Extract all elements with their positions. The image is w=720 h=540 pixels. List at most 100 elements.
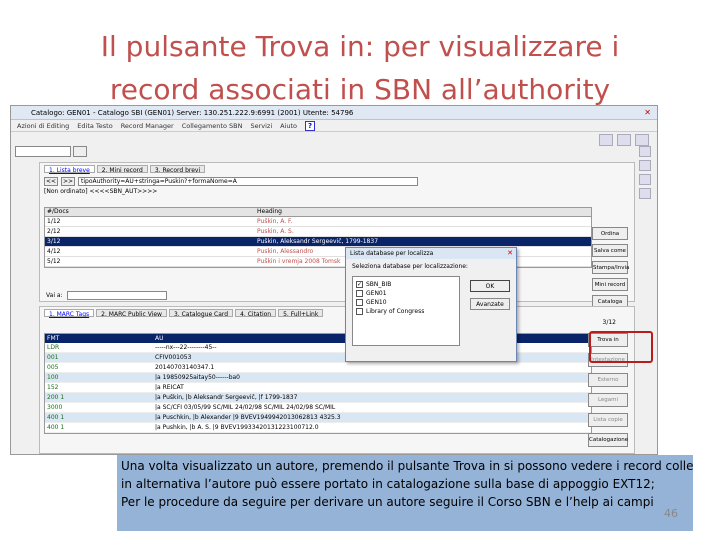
marc-tag: 001 [47, 354, 59, 361]
top-toolbar-icons [599, 134, 649, 146]
command-bar [15, 146, 87, 157]
ok-button[interactable]: OK [470, 280, 510, 292]
mini-record-button[interactable]: Mini record [592, 278, 628, 291]
marc-tag: 200 1 [47, 394, 65, 401]
menu-item-record-manager[interactable]: Record Manager [121, 122, 174, 130]
catalogazione-button[interactable]: Catalogazione [588, 433, 628, 447]
close-icon[interactable]: ✕ [507, 248, 513, 259]
tab-citation[interactable]: 4. Citation [235, 309, 277, 318]
record-panel: 1. MARC Tags 2. MARC Public View 3. Cata… [39, 306, 635, 454]
goto-input[interactable] [66, 291, 167, 300]
caption-line-2: in alternativa l’autore può essere porta… [121, 477, 655, 491]
sort-status: [Non ordinato] <<<<SBN_AUT>>>> [44, 188, 158, 195]
column-header-docs[interactable]: #/Docs [45, 208, 255, 216]
tab-marc-public-view[interactable]: 2. MARC Public View [96, 309, 167, 318]
lista-copie-button[interactable]: Lista copie [588, 413, 628, 427]
checkbox[interactable] [356, 290, 363, 297]
table-row[interactable]: 1/12 Puškin, A. F. [45, 217, 591, 227]
table-row[interactable]: 2/12 Puskin, A. S. [45, 227, 591, 237]
column-header-heading[interactable]: Heading [255, 208, 591, 216]
database-option[interactable]: GEN01 [356, 289, 456, 298]
marc-tag: 005 [47, 364, 59, 371]
ordina-button[interactable]: Ordina [592, 227, 628, 240]
record-counter: 3/12 [602, 319, 616, 326]
side-icon-2[interactable] [639, 160, 651, 171]
toolbar-icon-2[interactable] [617, 134, 631, 146]
side-icon-4[interactable] [639, 188, 651, 199]
marc-tag: 400 1 [47, 414, 65, 421]
next-button[interactable]: >> [61, 177, 75, 186]
tab-marc-tags[interactable]: 1. MARC Tags [44, 309, 95, 318]
row-heading: Puškin, A. F. [257, 218, 293, 225]
goto-label: Vai a: [46, 292, 63, 299]
caption-box: Una volta visualizzato un autore, premen… [117, 455, 693, 531]
query-field[interactable]: tipoAuthority=AU+stringa=Puskin?+formaNo… [78, 177, 418, 186]
row-docs: 1/12 [47, 218, 61, 225]
marc-row[interactable]: 400 1 |a Puschkin, |b Alexander |9 BVEV19… [45, 413, 591, 423]
checkbox[interactable] [356, 308, 363, 315]
caption-line-3: Per le procedure da seguire per derivare… [121, 495, 654, 509]
caption-line-1: Una volta visualizzato un autore, premen… [121, 459, 693, 473]
slide-title-line-1: Il pulsante Trova in: per visualizzare i [100, 30, 620, 63]
side-icon-3[interactable] [639, 174, 651, 185]
database-label: GEN01 [366, 290, 387, 297]
database-option[interactable]: ✓ SBN_BIB [356, 280, 456, 289]
marc-row[interactable]: 3000 |a SC/CFI 03/05/99 SC/MIL 24/02/98 S… [45, 403, 591, 413]
stampa-invia-button[interactable]: Stampa/Invia [592, 261, 629, 274]
record-tabs: 1. MARC Tags 2. MARC Public View 3. Cata… [40, 307, 634, 319]
slide-title-line-2: record associati in SBN all’authority [109, 73, 611, 106]
menu-bar: Azioni di Editing Edita Testo Record Man… [11, 120, 657, 132]
database-label: Library of Congress [366, 308, 425, 315]
avanzate-button[interactable]: Avanzate [470, 298, 510, 310]
tab-mini-record[interactable]: 2. Mini record [96, 165, 148, 174]
menu-item-servizi[interactable]: Servizi [250, 122, 272, 130]
table-row-selected[interactable]: 3/12 Puškin, Aleksandr Sergeevič, 1799-18… [45, 237, 591, 247]
toolbar-icon-3[interactable] [635, 134, 649, 146]
menu-item-collegamento-sbn[interactable]: Collegamento SBN [182, 122, 243, 130]
marc-value: |a Puschkin, |b Alexander |9 BVEV1949942… [155, 414, 341, 421]
tab-catalogue-card[interactable]: 3. Catalogue Card [168, 309, 234, 318]
menu-item-editing[interactable]: Azioni di Editing [17, 122, 69, 130]
side-icon-1[interactable] [639, 146, 651, 157]
marc-row[interactable]: 400 1 |a Pushkin, |b A. S. |9 BVEV1993342… [45, 423, 591, 433]
row-docs: 3/12 [47, 238, 61, 245]
results-panel: 1. Lista breve 2. Mini record 3. Record … [39, 162, 635, 308]
tab-full-link[interactable]: 5. Full+Link [278, 309, 324, 318]
checkbox[interactable]: ✓ [356, 281, 363, 288]
command-input[interactable] [15, 146, 71, 157]
database-option[interactable]: GEN10 [356, 298, 456, 307]
command-dropdown-button[interactable] [73, 146, 87, 157]
side-icon-bar [639, 146, 651, 199]
marc-value: 20140703140347.1 [155, 364, 215, 371]
marc-row[interactable]: 005 20140703140347.1 [45, 363, 591, 373]
results-actions: Ordina Salva come Stampa/Invia Mini reco… [592, 227, 629, 308]
legami-button[interactable]: Legami [588, 393, 628, 407]
goto-row: Vai a: [46, 291, 167, 300]
marc-row[interactable]: 100 |a 19850925aitay50------ba0 [45, 373, 591, 383]
marc-tag: 152 [47, 384, 59, 391]
row-docs: 2/12 [47, 228, 61, 235]
dialog-label: Seleziona database per localizzazione: [352, 263, 468, 270]
marc-row[interactable]: 152 |a REICAT [45, 383, 591, 393]
checkbox[interactable] [356, 299, 363, 306]
tab-record-brevi[interactable]: 3. Record brevi [149, 165, 206, 174]
menu-item-aiuto[interactable]: Aiuto [280, 122, 297, 130]
toolbar-icon-1[interactable] [599, 134, 613, 146]
database-label: GEN10 [366, 299, 387, 306]
window-titlebar: Catalogo: GEN01 - Catalogo SBI (GEN01) S… [11, 106, 657, 120]
menu-item-edita-testo[interactable]: Edita Testo [77, 122, 112, 130]
marc-tag: 3000 [47, 404, 63, 411]
database-dialog: Lista database per localizza ✕ Seleziona… [345, 247, 517, 362]
row-heading: Puskin, A. S. [257, 228, 294, 235]
marc-tag: LDR [47, 344, 60, 351]
row-docs: 4/12 [47, 248, 61, 255]
database-option[interactable]: Library of Congress [356, 307, 456, 316]
prev-button[interactable]: << [44, 177, 58, 186]
query-row: << >> tipoAuthority=AU+stringa=Puskin?+f… [40, 175, 634, 188]
marc-row[interactable]: 200 1 |a Puškin, |b Aleksandr Sergeevič, … [45, 393, 591, 403]
esterno-button[interactable]: Esterno [588, 373, 628, 387]
tab-lista-breve[interactable]: 1. Lista breve [44, 165, 95, 174]
help-icon[interactable]: ? [305, 120, 316, 131]
salva-come-button[interactable]: Salva come [592, 244, 628, 257]
close-icon[interactable]: ✕ [644, 108, 651, 117]
